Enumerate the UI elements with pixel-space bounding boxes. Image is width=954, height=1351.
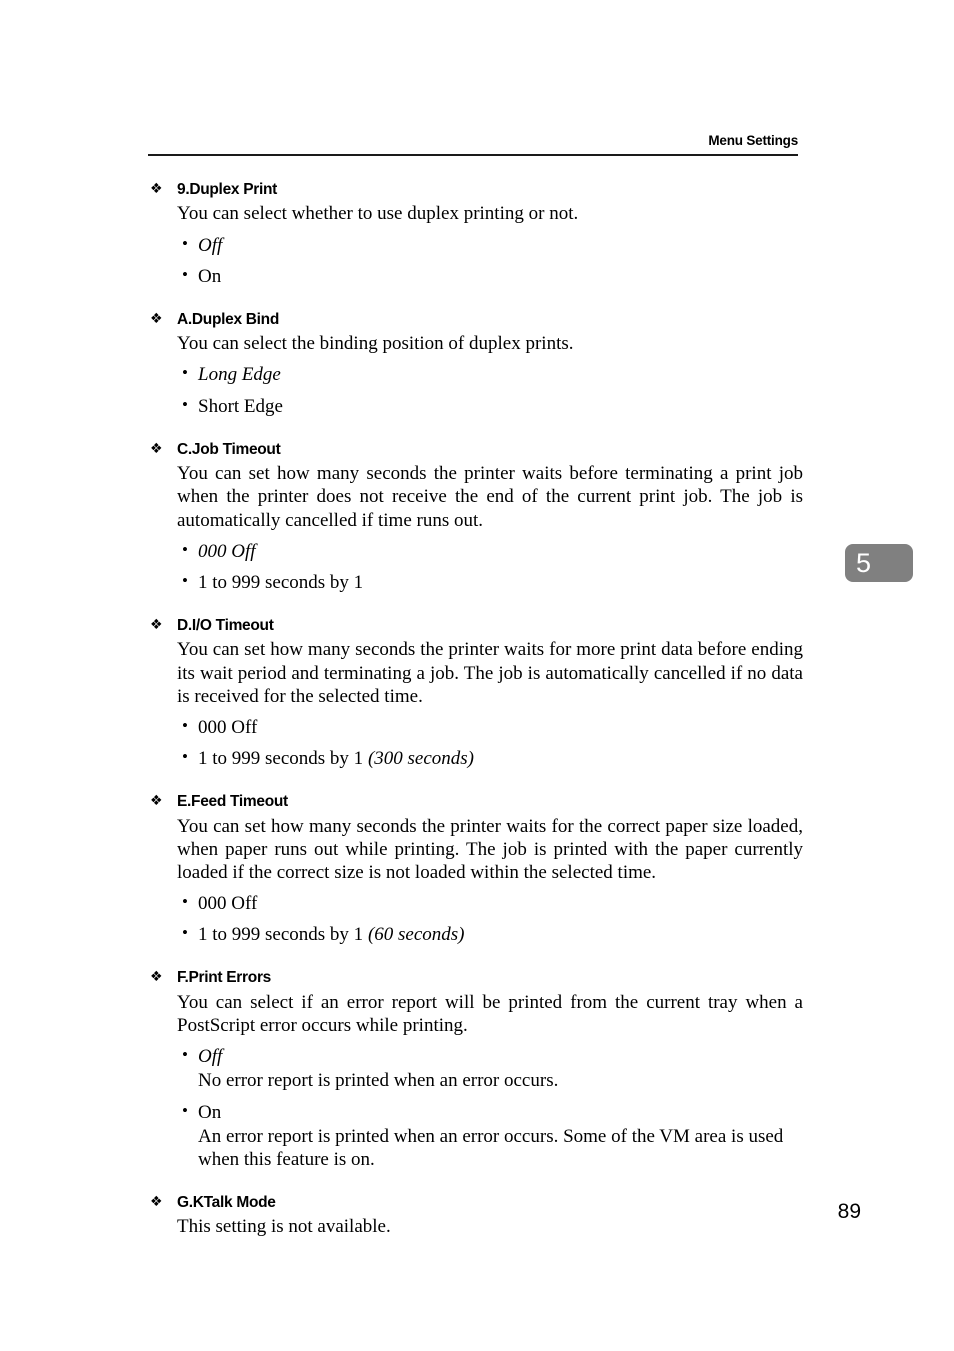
section-description: You can select if an error report will b… xyxy=(177,991,803,1037)
round-bullet-icon: • xyxy=(182,1045,188,1065)
section-heading: ❖ E.Feed Timeout xyxy=(148,792,803,811)
option-item: • 1 to 999 seconds by 1 (60 seconds) xyxy=(182,923,803,946)
settings-section: ❖ 9.Duplex Print You can select whether to… xyxy=(148,180,803,288)
option-label: 000 Off xyxy=(198,540,256,562)
option-label: 1 to 999 seconds by 1 xyxy=(198,924,364,946)
section-heading-label: C.Job Timeout xyxy=(177,440,281,458)
diamond-bullet-icon: ❖ xyxy=(150,617,163,634)
section-heading-label: F.Print Errors xyxy=(177,969,271,987)
round-bullet-icon: • xyxy=(182,539,188,559)
round-bullet-icon: • xyxy=(182,715,188,735)
diamond-bullet-icon: ❖ xyxy=(150,793,163,810)
section-heading-label: D.I/O Timeout xyxy=(177,617,274,635)
section-description: You can set how many seconds the printer… xyxy=(177,639,803,707)
round-bullet-icon: • xyxy=(182,233,188,253)
option-list: • 000 Off • 1 to 999 seconds by 1 (300 seco… xyxy=(148,716,803,770)
chapter-tab: 5 xyxy=(845,544,913,582)
option-detail: An error report is printed when an error… xyxy=(198,1125,784,1170)
diamond-bullet-icon: ❖ xyxy=(150,440,163,457)
option-label: 1 to 999 seconds by 1 xyxy=(198,571,364,593)
section-heading: ❖ F.Print Errors xyxy=(148,968,803,987)
option-item: • Short Edge xyxy=(182,395,803,418)
page-content: ❖ 9.Duplex Print You can select whether to… xyxy=(148,180,803,1268)
document-page: Menu Settings 5 ❖ 9.Duplex Print You can s… xyxy=(0,0,954,1351)
header-title: Menu Settings xyxy=(708,133,798,148)
settings-section: ❖ F.Print Errors You can select if an erro… xyxy=(148,968,803,1171)
option-item: • On An error report is printed when an er… xyxy=(182,1101,803,1172)
option-item: • Off No error report is printed when an e… xyxy=(182,1045,803,1092)
settings-section: ❖ E.Feed Timeout You can set how many seco… xyxy=(148,792,803,946)
round-bullet-icon: • xyxy=(182,892,188,912)
section-description: You can set how many seconds the printer… xyxy=(177,463,803,531)
option-label: Off xyxy=(198,234,223,256)
option-detail: No error report is printed when an error… xyxy=(198,1070,559,1092)
section-heading-label: A.Duplex Bind xyxy=(177,310,280,328)
section-description: You can set how many seconds the printer… xyxy=(177,815,803,883)
section-heading: ❖ A.Duplex Bind xyxy=(148,310,803,329)
option-label: Short Edge xyxy=(198,395,283,417)
running-header: Menu Settings xyxy=(148,133,798,156)
option-label: 000 Off xyxy=(198,893,258,915)
option-item: • On xyxy=(182,265,803,288)
option-label: Off xyxy=(198,1046,223,1068)
option-item: • Long Edge xyxy=(182,363,803,386)
diamond-bullet-icon: ❖ xyxy=(150,969,163,986)
diamond-bullet-icon: ❖ xyxy=(150,181,163,197)
round-bullet-icon: • xyxy=(182,747,188,767)
option-item: • 000 Off xyxy=(182,716,803,739)
round-bullet-icon: • xyxy=(182,570,188,590)
option-label: 000 Off xyxy=(198,716,258,738)
section-heading: ❖ C.Job Timeout xyxy=(148,440,803,459)
chapter-tab-number: 5 xyxy=(856,548,872,578)
section-heading: ❖ 9.Duplex Print xyxy=(148,180,803,199)
option-item: • 1 to 999 seconds by 1 (300 seconds) xyxy=(182,747,803,770)
round-bullet-icon: • xyxy=(182,394,188,414)
option-list: • Off • On xyxy=(148,234,803,288)
option-label: Long Edge xyxy=(198,364,281,386)
option-list: • 000 Off • 1 to 999 seconds by 1 xyxy=(148,540,803,594)
diamond-bullet-icon: ❖ xyxy=(150,310,163,327)
option-default-value: (300 seconds) xyxy=(367,748,474,770)
option-label: On xyxy=(198,1101,222,1123)
section-heading-label: 9.Duplex Print xyxy=(177,181,278,198)
round-bullet-icon: • xyxy=(182,1100,188,1120)
option-item: • 000 Off xyxy=(182,540,803,563)
page-number: 89 xyxy=(837,1200,861,1223)
option-item: • Off xyxy=(182,234,803,257)
option-item: • 000 Off xyxy=(182,892,803,915)
section-heading-label: E.Feed Timeout xyxy=(177,793,288,811)
round-bullet-icon: • xyxy=(182,363,188,383)
option-item: • 1 to 999 seconds by 1 xyxy=(182,571,803,594)
option-list: • Off No error report is printed when an e… xyxy=(148,1045,803,1171)
option-list: • Long Edge • Short Edge xyxy=(148,363,803,417)
section-heading: ❖ D.I/O Timeout xyxy=(148,616,803,635)
settings-section: ❖ D.I/O Timeout You can set how many secon… xyxy=(148,616,803,770)
round-bullet-icon: • xyxy=(182,264,188,284)
settings-section: ❖ A.Duplex Bind You can select the binding… xyxy=(148,310,803,418)
option-list: • 000 Off • 1 to 999 seconds by 1 (60 secon… xyxy=(148,892,803,946)
section-description: You can select whether to use duplex pri… xyxy=(177,203,579,225)
option-default-value: (60 seconds) xyxy=(367,924,465,946)
section-description: You can select the binding position of d… xyxy=(177,333,574,355)
round-bullet-icon: • xyxy=(182,923,188,943)
header-divider xyxy=(148,153,798,156)
settings-section: ❖ C.Job Timeout You can set how many secon… xyxy=(148,440,803,594)
option-label: On xyxy=(198,265,222,287)
option-label: 1 to 999 seconds by 1 xyxy=(198,748,364,770)
